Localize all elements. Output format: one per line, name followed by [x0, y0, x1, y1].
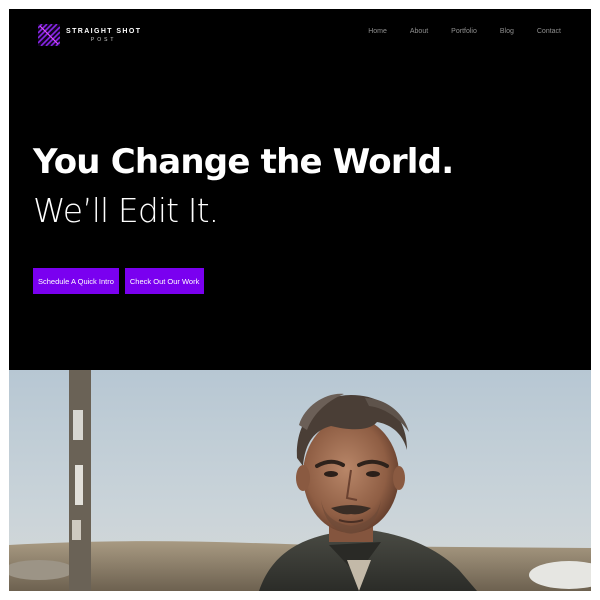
logo-icon — [38, 24, 60, 46]
site-header: STRAIGHT SHOT POST Home About Portfolio … — [9, 9, 591, 67]
brand-tagline: POST — [90, 36, 117, 43]
check-out-work-button[interactable]: Check Out Our Work — [124, 268, 205, 294]
schedule-intro-button[interactable]: Schedule A Quick Intro — [33, 268, 119, 294]
hero-photo-image — [9, 370, 591, 591]
page-frame: STRAIGHT SHOT POST Home About Portfolio … — [9, 9, 591, 591]
hero-cta-row: Schedule A Quick Intro Check Out Our Wor… — [33, 268, 205, 294]
logo-link[interactable]: STRAIGHT SHOT POST — [38, 24, 141, 46]
hero-title: You Change the World. — [33, 142, 454, 182]
nav-contact[interactable]: Contact — [537, 28, 561, 35]
hero-photo — [9, 370, 591, 591]
nav-home[interactable]: Home — [368, 28, 387, 35]
hero-subtitle: We’ll Edit It. — [33, 191, 219, 230]
main-nav: Home About Portfolio Blog Contact — [368, 28, 561, 35]
nav-blog[interactable]: Blog — [500, 28, 514, 35]
brand-name: STRAIGHT SHOT — [66, 27, 142, 35]
nav-about[interactable]: About — [410, 28, 428, 35]
nav-portfolio[interactable]: Portfolio — [451, 28, 477, 35]
